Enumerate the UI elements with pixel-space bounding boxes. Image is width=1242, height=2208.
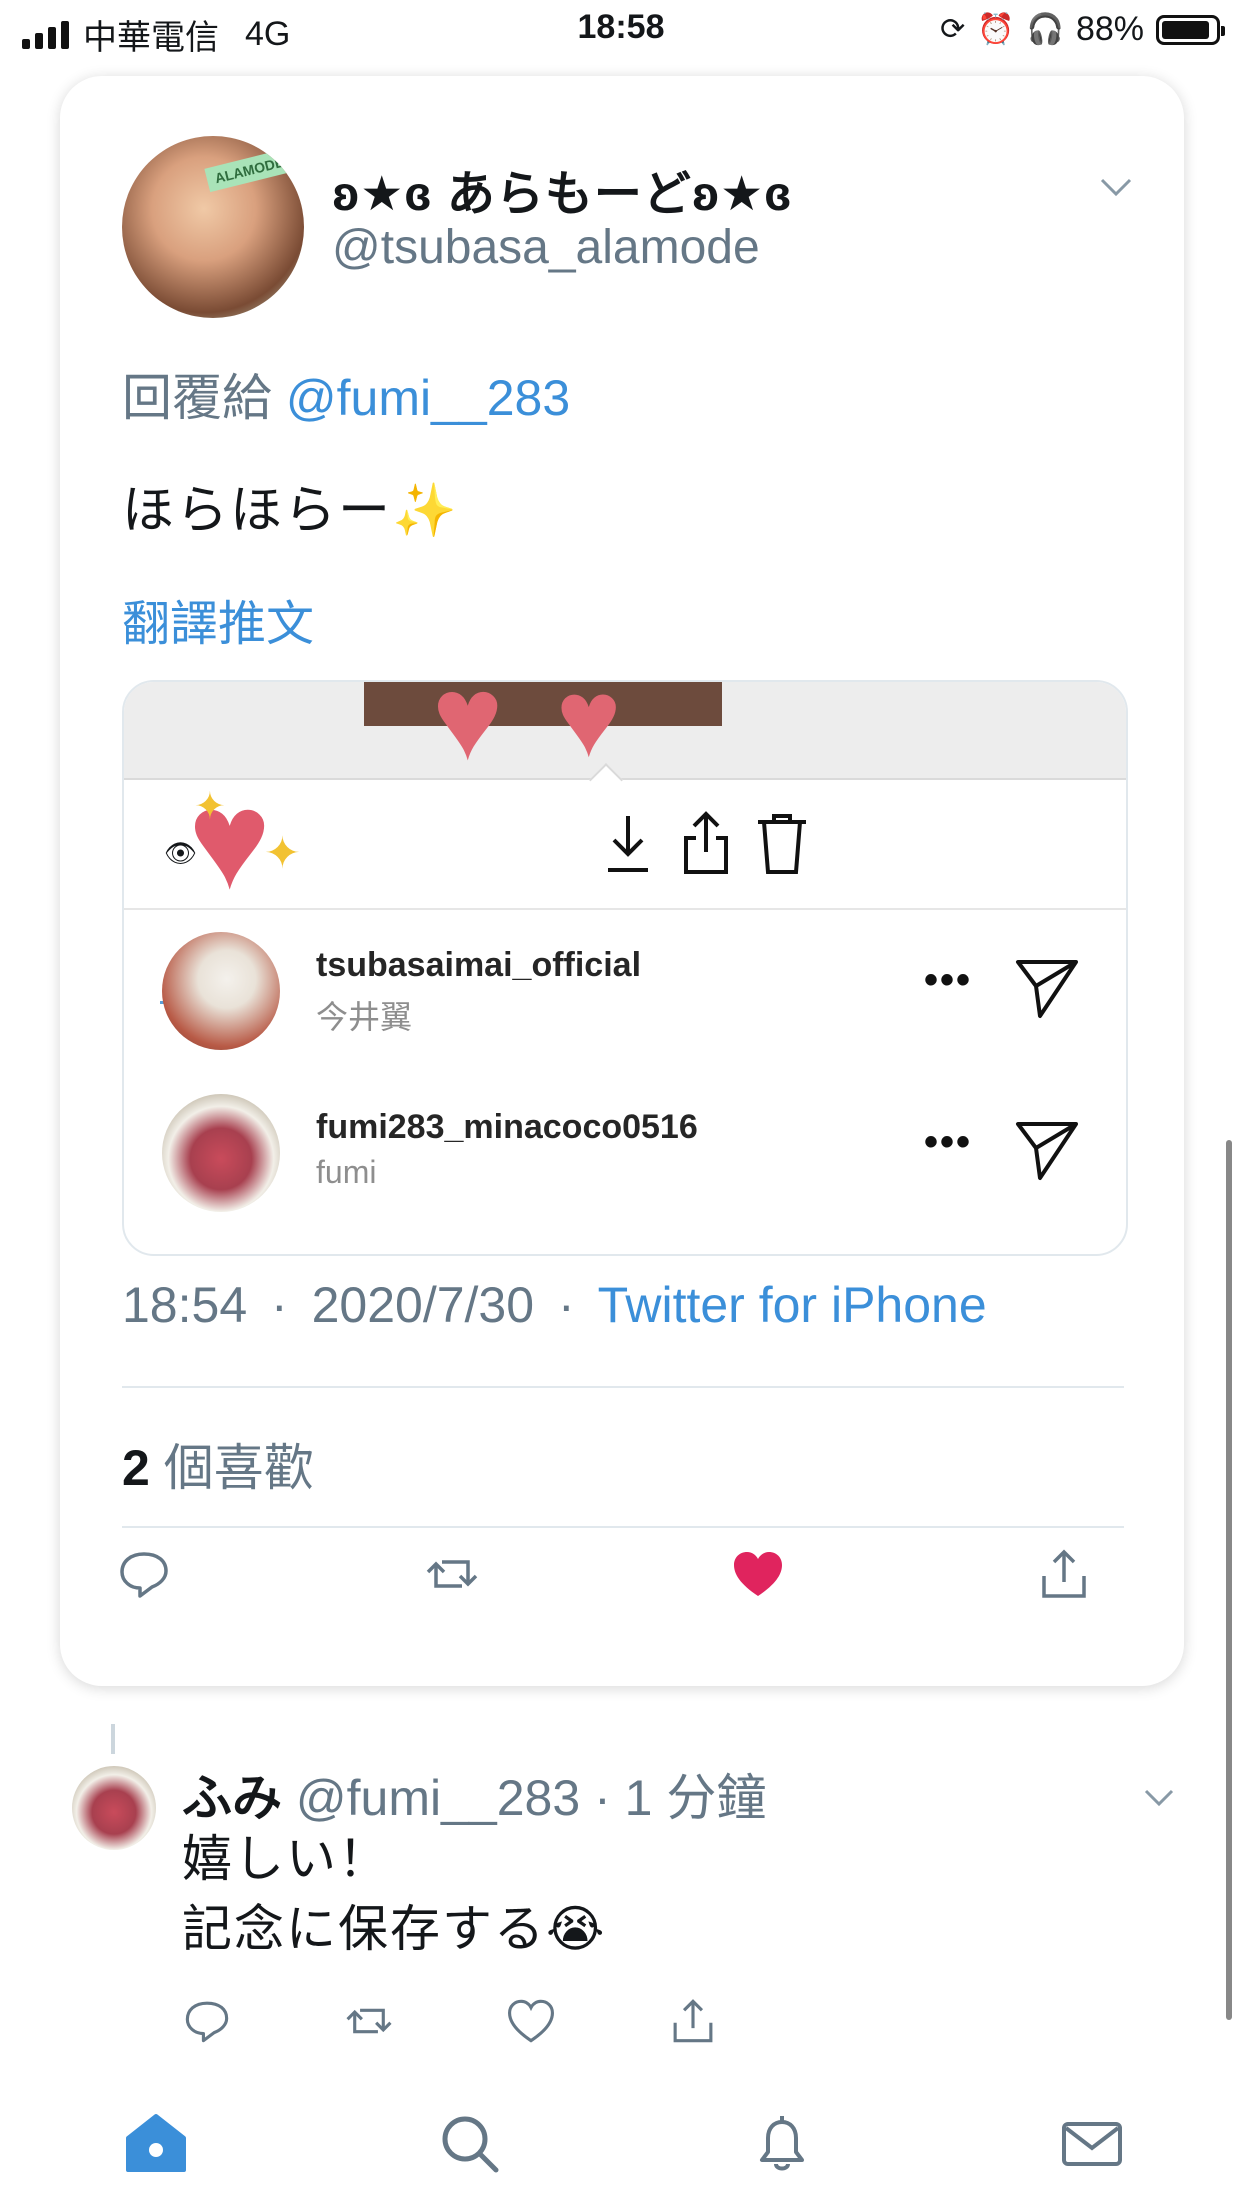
search-icon[interactable] xyxy=(436,2110,504,2178)
reply-display-name[interactable]: ふみ xyxy=(182,1770,282,1826)
author-handle[interactable]: @tsubasa_alamode xyxy=(332,220,760,275)
likes-summary[interactable]: 2 個喜歡 xyxy=(122,1428,314,1500)
like-heart-icon[interactable] xyxy=(506,1996,556,2046)
reply-line-2-text: 記念に保存する xyxy=(182,1901,546,1957)
like-count: 2 xyxy=(122,1440,150,1496)
reply-separator: · xyxy=(594,1770,611,1826)
divider xyxy=(122,1386,1124,1388)
like-label: 個喜歡 xyxy=(163,1440,314,1496)
retweet-icon[interactable] xyxy=(424,1546,480,1602)
orientation-lock-icon: ⟳ xyxy=(940,13,966,46)
chevron-down-icon[interactable] xyxy=(1096,166,1136,206)
tweet-date: 2020/7/30 xyxy=(311,1277,535,1333)
sparkle-star-icon: ✦ xyxy=(194,786,226,828)
heart-sticker-icon: ♥ xyxy=(556,680,622,780)
reply-avatar[interactable] xyxy=(72,1766,156,1850)
crying-emoji: 😭 xyxy=(546,1901,607,1957)
reply-mention-link[interactable]: @fumi__283 xyxy=(286,370,570,426)
tweet-text: ほらほらー✨ xyxy=(122,468,459,543)
viewer-username: tsubasaimai_official xyxy=(316,946,642,984)
attached-image[interactable]: ♥ ♥ 👁 ♥ ✦ ✦ tsubasaimai_official 今井翼 •••… xyxy=(122,680,1128,1256)
story-toolbar: 👁 ♥ ✦ ✦ xyxy=(124,770,1126,1004)
viewer-subtitle: 今井翼 xyxy=(316,999,413,1035)
divider xyxy=(122,1526,1124,1528)
reply-icon[interactable] xyxy=(182,1996,232,2046)
viewer-row: tsubasaimai_official 今井翼 ••• xyxy=(124,912,1126,1072)
tweet-source-link[interactable]: Twitter for iPhone xyxy=(598,1277,987,1333)
reply-line-1: 嬉しい！ xyxy=(182,1831,390,1887)
tweet-time: 18:54 xyxy=(122,1277,248,1333)
tweet-text-body: ほらほらー xyxy=(122,482,393,540)
thread-line xyxy=(111,1724,115,1754)
viewer-row: fumi283_minacoco0516 fumi ••• xyxy=(124,1074,1126,1234)
messages-envelope-icon[interactable] xyxy=(1058,2110,1126,2178)
battery-icon xyxy=(1156,14,1225,45)
viewer-subtitle: fumi xyxy=(316,1154,377,1190)
meta-separator: · xyxy=(271,1277,288,1333)
retweet-icon[interactable] xyxy=(344,1996,394,2046)
headphones-icon: 🎧 xyxy=(1026,13,1064,46)
scroll-indicator[interactable] xyxy=(1226,1140,1232,2020)
reply-header: ふみ @fumi__283 · 1 分鐘 xyxy=(182,1758,766,1830)
alarm-icon: ⏰ xyxy=(977,13,1015,46)
reply-tweet[interactable]: ふみ @fumi__283 · 1 分鐘 嬉しい！ 記念に保存する😭 xyxy=(0,1722,1242,2052)
reply-line-2: 記念に保存する😭 xyxy=(182,1894,606,1964)
more-dots-icon: ••• xyxy=(924,958,973,1002)
reply-to-line: 回覆給 @fumi__283 xyxy=(122,358,570,430)
reply-icon[interactable] xyxy=(116,1546,172,1602)
notifications-bell-icon[interactable] xyxy=(748,2110,816,2178)
story-thumbnail xyxy=(364,682,722,726)
send-icon xyxy=(1016,1122,1078,1180)
share-icon[interactable] xyxy=(1036,1546,1092,1602)
translate-tweet-link[interactable]: 翻譯推文 xyxy=(122,584,314,654)
reply-time: 1 分鐘 xyxy=(624,1770,767,1826)
more-dots-icon: ••• xyxy=(924,1120,973,1164)
tweet-meta: 18:54 · 2020/7/30 · Twitter for iPhone xyxy=(122,1276,987,1334)
sparkle-star-icon: ✦ xyxy=(264,829,301,878)
sparkles-emoji: ✨ xyxy=(392,482,459,540)
tweet-card: ALAMODE ʚ★ɞ あらもーどʚ★ɞ @tsubasa_alamode 回覆… xyxy=(60,76,1184,1686)
chevron-down-icon[interactable] xyxy=(1140,1778,1178,1816)
status-bar: 中華電信 4G 18:58 ⟳ ⏰ 🎧 88% xyxy=(0,0,1242,64)
author-display-name[interactable]: ʚ★ɞ あらもーどʚ★ɞ xyxy=(332,154,792,224)
author-avatar[interactable]: ALAMODE xyxy=(122,136,304,318)
liked-heart-icon[interactable] xyxy=(730,1546,786,1602)
image-preview-strip: ♥ ♥ xyxy=(124,680,1126,797)
viewer-avatar xyxy=(162,932,280,1050)
share-icon[interactable] xyxy=(668,1996,718,2046)
bottom-tab-bar xyxy=(0,2088,1242,2208)
reply-to-label: 回覆給 xyxy=(122,370,272,426)
avatar-tag: ALAMODE xyxy=(204,147,295,193)
trash-icon xyxy=(758,814,806,874)
battery-percent: 88% xyxy=(1075,10,1144,48)
send-icon xyxy=(1016,960,1078,1018)
download-icon xyxy=(608,816,648,872)
reply-text: 嬉しい！ 記念に保存する😭 xyxy=(182,1824,606,1964)
share-icon xyxy=(684,811,728,874)
status-right: ⟳ ⏰ 🎧 88% xyxy=(940,10,1225,49)
viewer-username: fumi283_minacoco0516 xyxy=(316,1108,698,1146)
home-icon[interactable] xyxy=(122,2110,190,2178)
meta-separator: · xyxy=(557,1277,575,1333)
heart-sticker-icon: ♥ xyxy=(432,680,504,785)
reply-handle[interactable]: @fumi__283 xyxy=(296,1770,580,1826)
viewer-avatar xyxy=(162,1094,280,1212)
